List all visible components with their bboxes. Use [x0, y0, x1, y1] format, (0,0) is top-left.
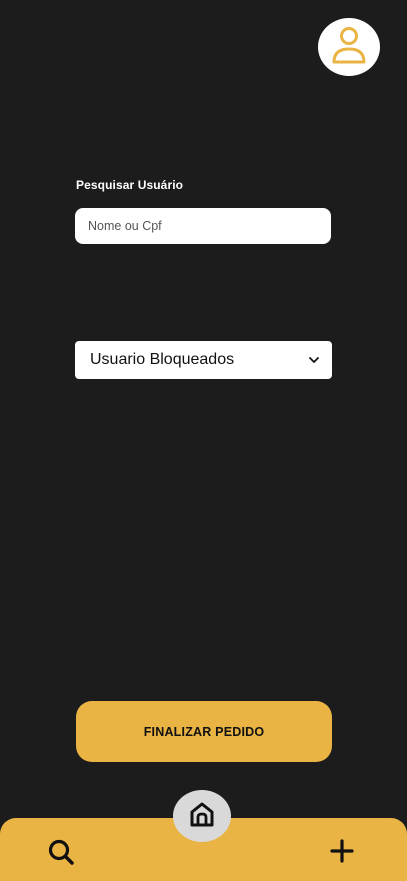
home-icon — [188, 800, 216, 833]
search-icon — [47, 838, 75, 871]
nav-add-button[interactable] — [329, 838, 355, 869]
user-status-selected-value: Usuario Bloqueados — [90, 351, 235, 368]
nav-home-button[interactable] — [173, 790, 231, 842]
nav-search-button[interactable] — [47, 838, 75, 871]
user-icon — [331, 25, 367, 70]
search-user-input[interactable] — [75, 208, 331, 244]
chevron-down-icon — [308, 356, 320, 364]
plus-icon — [329, 838, 355, 869]
profile-avatar-button[interactable] — [318, 18, 380, 76]
finalize-order-button[interactable]: FINALIZAR PEDIDO — [76, 701, 332, 762]
user-status-select[interactable]: Usuario Bloqueados — [75, 341, 332, 379]
search-user-label: Pesquisar Usuário — [76, 178, 184, 192]
